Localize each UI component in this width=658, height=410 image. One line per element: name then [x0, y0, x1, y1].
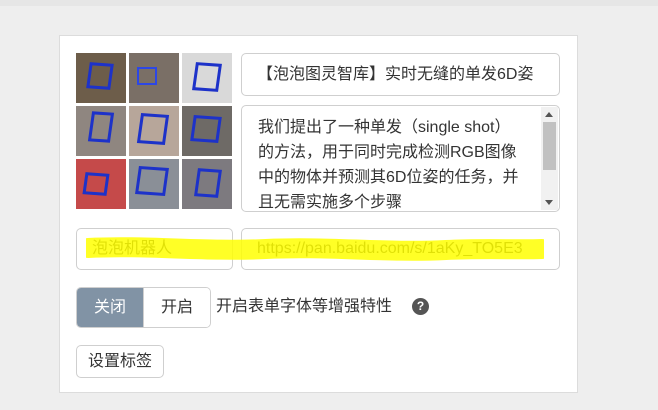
- thumbnail-tile: [129, 106, 179, 156]
- edit-card: 【泡泡图灵智库】实时无缝的单发6D姿 我们提出了一种单发（single shot…: [59, 35, 578, 393]
- toggle-description: 开启表单字体等增强特性: [216, 298, 393, 315]
- author-input[interactable]: 泡泡机器人: [76, 228, 233, 270]
- cover-thumbnail[interactable]: [76, 53, 232, 209]
- thumbnail-tile: [129, 53, 179, 103]
- question-circle-icon[interactable]: ?: [412, 298, 429, 315]
- thumbnail-tile: [182, 159, 232, 209]
- scroll-thumb[interactable]: [543, 122, 556, 170]
- thumbnail-tile: [129, 159, 179, 209]
- link-input[interactable]: https://pan.baidu.com/s/1aKy_TO5E3: [241, 228, 560, 270]
- browser-top-strip: [0, 0, 658, 6]
- title-input[interactable]: 【泡泡图灵智库】实时无缝的单发6D姿: [241, 53, 560, 96]
- set-tags-button[interactable]: 设置标签: [76, 345, 164, 378]
- thumbnail-tile: [76, 159, 126, 209]
- description-text: 我们提出了一种单发（single shot）的方法，用于同时完成检测RGB图像中…: [258, 119, 519, 211]
- scroll-down-arrow-icon[interactable]: [545, 200, 553, 205]
- thumbnail-tile: [182, 53, 232, 103]
- thumbnail-tile: [182, 106, 232, 156]
- thumbnail-tile: [76, 106, 126, 156]
- thumbnail-tile: [76, 53, 126, 103]
- scroll-up-arrow-icon[interactable]: [545, 112, 553, 117]
- description-textarea[interactable]: 我们提出了一种单发（single shot）的方法，用于同时完成检测RGB图像中…: [241, 105, 560, 212]
- toggle-off-button[interactable]: 关闭: [77, 288, 143, 327]
- toggle-on-button[interactable]: 开启: [143, 288, 210, 327]
- description-scrollbar[interactable]: [541, 107, 558, 210]
- feature-toggle[interactable]: 关闭 开启: [76, 287, 211, 328]
